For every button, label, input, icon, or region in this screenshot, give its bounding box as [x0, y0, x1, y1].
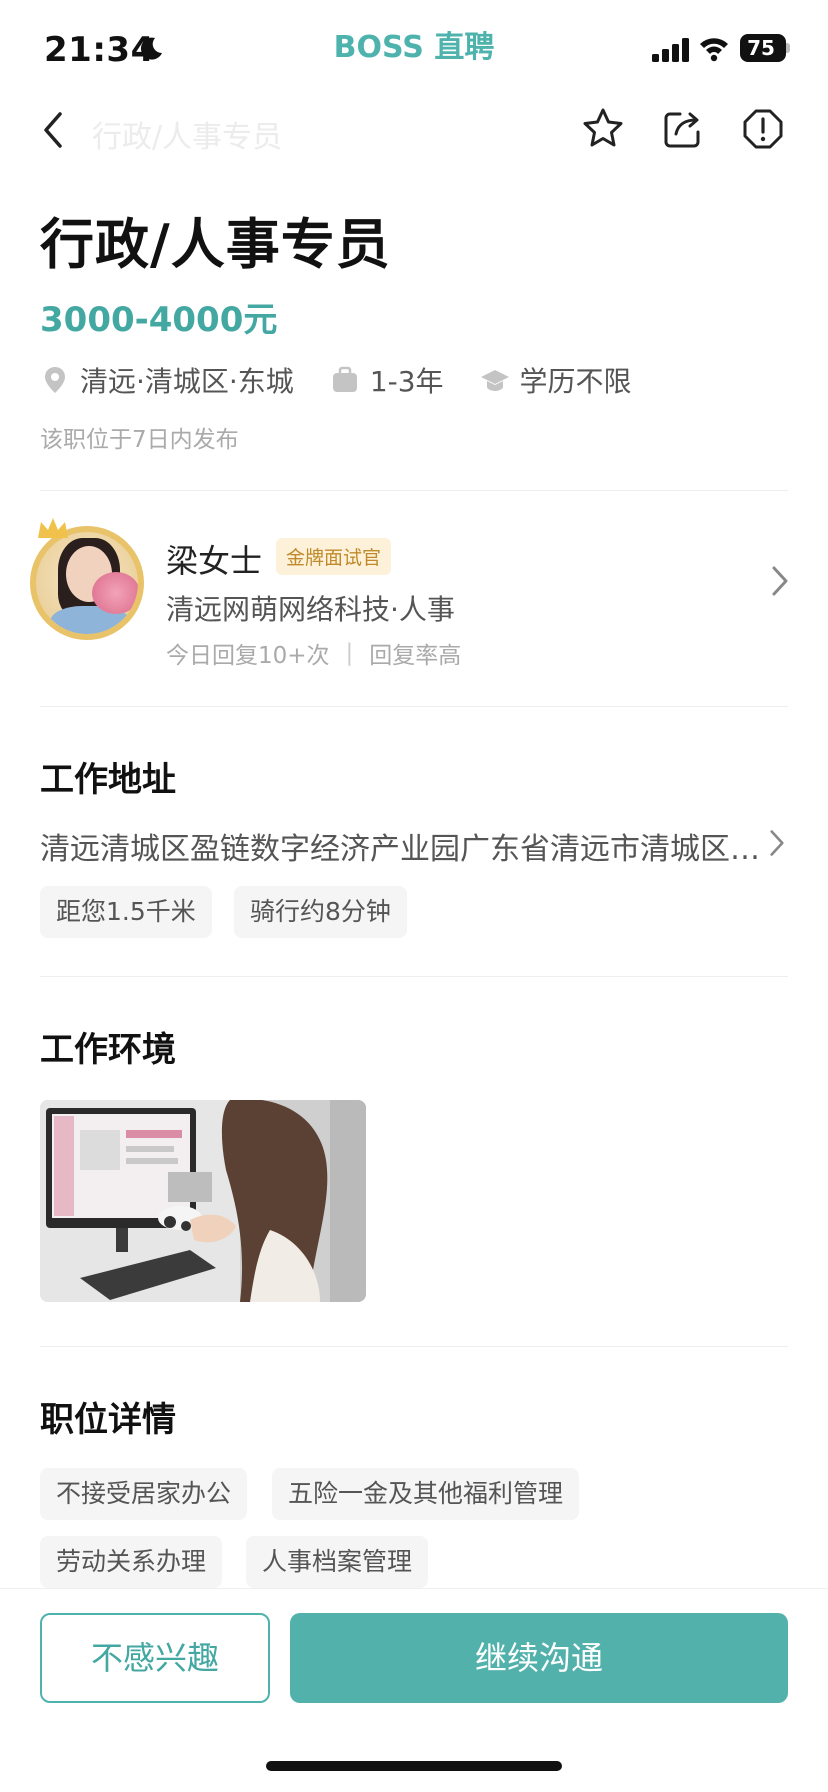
job-experience: 1-3年 — [330, 360, 444, 400]
divider — [40, 1346, 788, 1347]
nav-title: 行政/人事专员 — [92, 120, 283, 155]
salary: 3000-4000元 — [40, 300, 278, 340]
battery-level: 75 — [747, 36, 775, 60]
job-location: 清远·清城区·东城 — [40, 360, 294, 400]
chevron-right-icon — [772, 566, 788, 596]
gold-interviewer-badge: 金牌面试官 — [276, 538, 392, 575]
location-pin-icon — [45, 367, 65, 393]
job-title: 行政/人事专员 — [40, 213, 391, 276]
star-icon[interactable] — [580, 106, 626, 152]
recruiter-company: 清远网萌网络科技·人事 — [166, 593, 455, 626]
office-photo-image — [40, 1100, 366, 1302]
detail-tag: 人事档案管理 — [246, 1536, 429, 1588]
recruiter-card[interactable]: 梁女士 金牌面试官 清远网萌网络科技·人事 今日回复10+次 | 回复率高 — [0, 492, 828, 706]
recruiter-avatar — [30, 516, 146, 640]
divider — [40, 976, 788, 977]
job-experience-text: 1-3年 — [369, 365, 444, 398]
wifi-icon — [700, 38, 728, 62]
home-indicator — [266, 1761, 562, 1771]
reply-count: 今日回复10+次 — [166, 643, 330, 669]
details-section-title: 职位详情 — [40, 1400, 176, 1440]
graduation-cap-icon — [480, 370, 509, 391]
not-interested-button[interactable]: 不感兴趣 — [40, 1613, 270, 1703]
chevron-right-icon — [770, 830, 784, 856]
briefcase-icon — [332, 366, 357, 392]
divider — [40, 490, 788, 491]
back-arrow-icon[interactable] — [36, 108, 72, 152]
divider — [40, 706, 788, 707]
warning-icon[interactable] — [740, 106, 786, 152]
detail-tag: 劳动关系办理 — [40, 1536, 223, 1588]
address-row[interactable]: 清远清城区盈链数字经济产业园广东省清远市清城区东城街道 — [40, 822, 788, 867]
share-icon[interactable] — [660, 106, 706, 152]
post-time: 该职位于7日内发布 — [40, 427, 239, 453]
address-section-title: 工作地址 — [40, 760, 176, 800]
detail-tag: 五险一金及其他福利管理 — [272, 1468, 580, 1520]
recruiter-activity: 今日回复10+次 | 回复率高 — [166, 636, 461, 670]
crown-icon — [38, 518, 68, 538]
environment-section-title: 工作环境 — [40, 1030, 176, 1070]
avatar — [30, 526, 144, 640]
ride-time-tag: 骑行约8分钟 — [234, 886, 407, 938]
job-education-text: 学历不限 — [519, 365, 632, 398]
continue-chat-button[interactable]: 继续沟通 — [290, 1613, 788, 1703]
reply-rate: 回复率高 — [369, 643, 462, 669]
detail-tag: 不接受居家办公 — [40, 1468, 248, 1520]
status-bar: 21:34 BOSS 直聘 75 — [0, 0, 828, 100]
cellular-signal-icon — [652, 38, 689, 62]
distance-tag: 距您1.5千米 — [40, 886, 212, 938]
recruiter-name: 梁女士 — [166, 542, 263, 580]
work-environment-photo[interactable] — [40, 1100, 366, 1302]
address-text: 清远清城区盈链数字经济产业园广东省清远市清城区东城街道 — [40, 832, 760, 867]
job-location-text: 清远·清城区·东城 — [80, 365, 294, 398]
battery-indicator: 75 — [740, 34, 792, 64]
separator: | — [345, 640, 354, 666]
nav-bar: 行政/人事专员 — [0, 100, 828, 162]
job-meta-row: 清远·清城区·东城 1-3年 学历不限 — [40, 360, 668, 400]
bottom-action-bar: 不感兴趣 继续沟通 — [0, 1588, 828, 1792]
job-education: 学历不限 — [480, 360, 632, 400]
